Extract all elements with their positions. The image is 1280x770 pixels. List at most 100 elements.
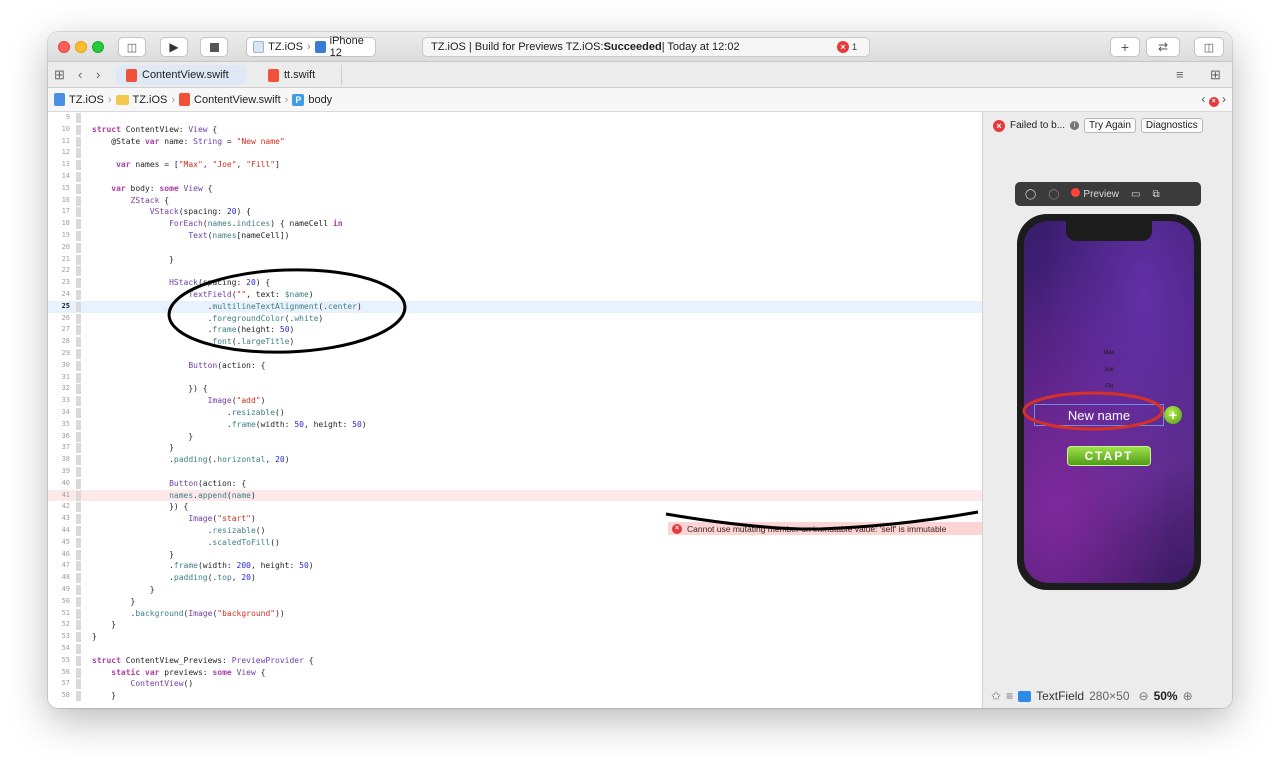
back-icon[interactable]: ‹	[78, 67, 82, 82]
fold-ribbon[interactable]	[76, 526, 81, 536]
add-editor-icon[interactable]: ⊞	[1210, 67, 1221, 83]
code-line[interactable]: 41 names.append(name)	[48, 489, 982, 502]
code-line[interactable]: 10 struct ContentView: View {	[48, 124, 982, 136]
code-line[interactable]: 45 .scaledToFill()	[48, 537, 982, 549]
code-line[interactable]: 23 HStack(spacing: 20) {	[48, 277, 982, 289]
code-line[interactable]: 12	[48, 147, 982, 159]
code-line[interactable]: 36 }	[48, 431, 982, 443]
fold-ribbon[interactable]	[76, 585, 81, 595]
fold-ribbon[interactable]	[76, 278, 81, 289]
code-line[interactable]: 54	[48, 643, 982, 655]
fold-ribbon[interactable]	[76, 160, 81, 171]
fold-ribbon[interactable]	[76, 467, 81, 477]
breadcrumb-project[interactable]: TZ.iOS	[69, 94, 104, 106]
fold-ribbon[interactable]	[76, 396, 81, 407]
code-line[interactable]: 28 .font(.largeTitle)	[48, 336, 982, 348]
library-button[interactable]: +	[1110, 37, 1140, 57]
fold-ribbon[interactable]	[76, 490, 81, 501]
start-button[interactable]: СТАРТ	[1067, 446, 1151, 466]
fold-ribbon[interactable]	[76, 561, 81, 572]
fold-ribbon[interactable]	[76, 207, 81, 218]
fold-ribbon[interactable]	[76, 691, 81, 702]
code-line[interactable]: 57 ContentView()	[48, 678, 982, 690]
code-line[interactable]: 11 @State var name: String = "New name"	[48, 136, 982, 148]
fold-ribbon[interactable]	[76, 502, 81, 513]
fold-ribbon[interactable]	[76, 124, 81, 135]
fold-ribbon[interactable]	[76, 431, 81, 442]
fold-ribbon[interactable]	[76, 183, 81, 194]
forward-icon[interactable]: ›	[96, 67, 100, 82]
code-line[interactable]: 26 .foregroundColor(.white)	[48, 313, 982, 325]
fold-ribbon[interactable]	[76, 644, 81, 654]
code-line[interactable]: 50 }	[48, 596, 982, 608]
inspector-toggle-button[interactable]: ◫	[1194, 37, 1224, 57]
tab-contentview[interactable]: ContentView.swift	[116, 65, 246, 85]
diagnostics-button[interactable]: Diagnostics	[1140, 118, 1203, 133]
code-line[interactable]: 16 ZStack {	[48, 195, 982, 207]
code-line[interactable]: 15 var body: some View {	[48, 183, 982, 195]
fold-ribbon[interactable]	[76, 478, 81, 489]
tab-tt[interactable]: tt.swift	[258, 65, 342, 85]
code-line[interactable]: 27 .frame(height: 50)	[48, 324, 982, 336]
code-line[interactable]: 17 VStack(spacing: 20) {	[48, 206, 982, 218]
code-line[interactable]: 55 struct ContentView_Previews: PreviewPr…	[48, 655, 982, 667]
code-line[interactable]: 29	[48, 348, 982, 360]
fold-ribbon[interactable]	[76, 549, 81, 560]
code-line[interactable]: 40 Button(action: {	[48, 478, 982, 490]
fold-ribbon[interactable]	[76, 313, 81, 324]
fold-ribbon[interactable]	[76, 349, 81, 359]
info-icon[interactable]: i	[1070, 121, 1080, 130]
code-line[interactable]: 56 static var previews: some View {	[48, 667, 982, 679]
code-line[interactable]: 20	[48, 242, 982, 254]
fold-ribbon[interactable]	[76, 596, 81, 607]
run-button[interactable]: ▶	[160, 37, 188, 57]
preview-toggle[interactable]: Preview	[1071, 188, 1119, 200]
preview-textfield[interactable]: New name	[1034, 404, 1164, 426]
stop-button[interactable]	[200, 37, 228, 57]
breadcrumb-symbol[interactable]: body	[308, 94, 332, 106]
code-line[interactable]: 25 .multilineTextAlignment(.center)	[48, 300, 982, 313]
fold-ribbon[interactable]	[76, 172, 81, 182]
code-line[interactable]: 19 Text(names[nameCell])	[48, 230, 982, 242]
fold-ribbon[interactable]	[76, 620, 81, 631]
add-icon[interactable]: +	[1164, 406, 1182, 424]
breadcrumb-folder[interactable]: TZ.iOS	[133, 94, 168, 106]
fold-ribbon[interactable]	[76, 419, 81, 430]
code-line[interactable]: 53}	[48, 631, 982, 643]
try-again-button[interactable]: Try Again	[1084, 118, 1136, 133]
code-line[interactable]: 32 }) {	[48, 383, 982, 395]
code-line[interactable]: 38 .padding(.horizontal, 20)	[48, 454, 982, 466]
code-line[interactable]: 18 ForEach(names.indices) { nameCell in	[48, 218, 982, 230]
breadcrumb-file[interactable]: ContentView.swift	[194, 94, 281, 106]
fold-ribbon[interactable]	[76, 337, 81, 348]
fold-ribbon[interactable]	[76, 632, 81, 643]
code-line[interactable]: 51 .background(Image("background"))	[48, 608, 982, 620]
fold-ribbon[interactable]	[76, 113, 81, 123]
code-line[interactable]: 58 }	[48, 690, 982, 702]
code-line[interactable]: 30 Button(action: {	[48, 360, 982, 372]
code-line[interactable]: 14	[48, 171, 982, 183]
live-preview-icon[interactable]: ◯	[1025, 189, 1036, 200]
code-review-button[interactable]: ⇄	[1146, 37, 1180, 57]
code-line[interactable]: 33 Image("add")	[48, 395, 982, 407]
error-annotation[interactable]: × Cannot use mutating member on immutabl…	[668, 522, 982, 535]
fold-ribbon[interactable]	[76, 608, 81, 619]
layout-settings-icon[interactable]: ≡	[1006, 689, 1013, 703]
fold-ribbon[interactable]	[76, 514, 81, 525]
fold-ribbon[interactable]	[76, 148, 81, 159]
fold-ribbon[interactable]	[76, 136, 81, 147]
fold-ribbon[interactable]	[76, 455, 81, 466]
fold-ribbon[interactable]	[76, 325, 81, 336]
scheme-selector[interactable]: TZ.iOS › iPhone 12	[246, 35, 376, 59]
error-count-badge[interactable]: × 1	[836, 41, 857, 53]
fold-ribbon[interactable]	[76, 573, 81, 584]
fold-ribbon[interactable]	[76, 667, 81, 678]
code-line[interactable]: 47 .frame(width: 200, height: 50)	[48, 560, 982, 572]
zoom-in-icon[interactable]: ⊕	[1183, 689, 1193, 703]
minimize-window-button[interactable]	[75, 41, 87, 53]
code-line[interactable]: 13 var names = ["Max", "Joe", "Fill"]	[48, 159, 982, 171]
fold-ribbon[interactable]	[76, 242, 81, 253]
fold-ribbon[interactable]	[76, 655, 81, 666]
fold-ribbon[interactable]	[76, 679, 81, 690]
code-line[interactable]: 34 .resizable()	[48, 407, 982, 419]
